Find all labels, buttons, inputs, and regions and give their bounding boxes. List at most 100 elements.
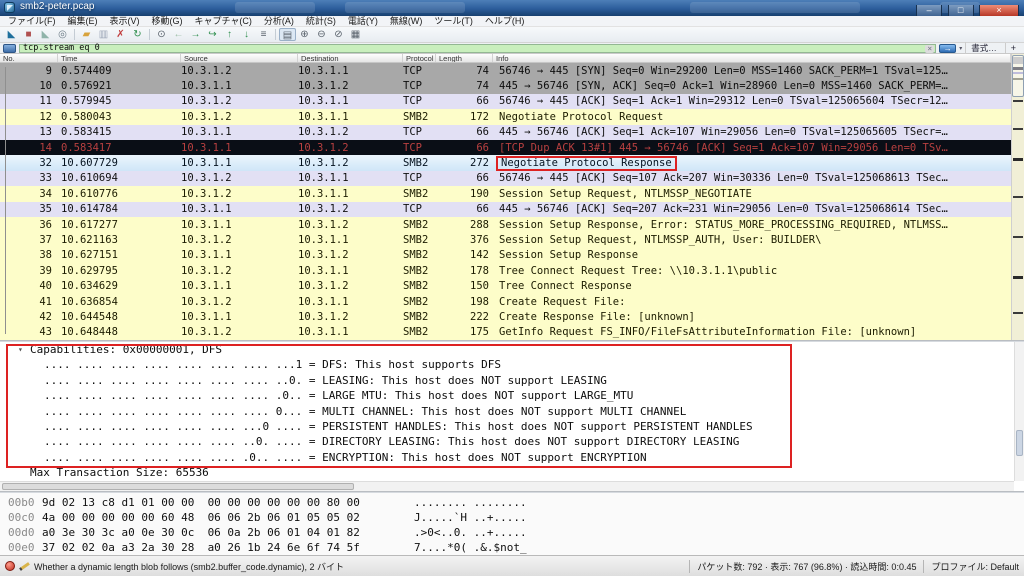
menu-file[interactable]: ファイル(F) [2,16,62,26]
restart-capture-icon[interactable]: ◣ [37,28,54,41]
go-first-icon[interactable]: ↑ [221,28,238,41]
main-toolbar: ◣ ■ ◣ ◎ ▰ ▥ ✗ ↻ ⊙ ← → ↪ ↑ ↓ ≡ ▤ ⊕ ⊖ ⊘ ▦ [0,27,1024,43]
column-header-source[interactable]: Source [181,54,298,62]
expression-button[interactable]: 書式… [965,42,1002,54]
scrollbar-map-stripe [1013,196,1023,198]
packet-row[interactable]: 40 10.634629 10.3.1.1 10.3.1.2 SMB2 150 Tree C… [0,278,1011,294]
details-hscrollbar-thumb[interactable] [2,483,354,490]
packet-row[interactable]: 9 0.574409 10.3.1.2 10.3.1.1 TCP 74 56746 → 44… [0,63,1011,79]
resize-columns-icon[interactable]: ▦ [347,28,364,41]
go-back-icon[interactable]: ← [170,28,187,41]
tree-item-capability-flag[interactable]: .... .... .... .... .... .... .... ..0. … [0,373,1024,388]
tree-item-max-transaction-size[interactable]: Max Transaction Size: 65536 [0,465,1024,480]
hex-row[interactable]: 00d0 a0 3e 30 3c a0 0e 30 0c 06 0a 2b 06 … [8,525,1024,540]
menu-edit[interactable]: 編集(E) [62,16,104,26]
close-file-icon[interactable]: ✗ [112,28,129,41]
tree-item-capability-flag[interactable]: .... .... .... .... .... .... ..0. .... … [0,434,1024,449]
zoom-in-icon[interactable]: ⊕ [296,28,313,41]
column-header-destination[interactable]: Destination [298,54,403,62]
tree-item-capability-flag[interactable]: .... .... .... .... .... .... .... ...1 … [0,357,1024,372]
details-vscrollbar[interactable] [1014,342,1024,481]
filter-bookmark-icon[interactable] [3,43,16,53]
packet-row[interactable]: 34 10.610776 10.3.1.2 10.3.1.1 SMB2 190 Sessio… [0,186,1011,202]
filter-input[interactable]: tcp.stream eq 0 × [19,43,937,53]
filter-dropdown-caret-icon[interactable]: ▾ [959,45,962,52]
zoom-out-icon[interactable]: ⊖ [313,28,330,41]
packet-row[interactable]: 33 10.610694 10.3.1.2 10.3.1.1 TCP 66 56746 → … [0,170,1011,187]
cell-dst: 10.3.1.1 [298,187,349,200]
packet-row[interactable]: 42 10.644548 10.3.1.1 10.3.1.2 SMB2 222 Create… [0,309,1011,325]
expert-info-icon[interactable] [5,561,15,571]
packet-row[interactable]: 32 10.607729 10.3.1.1 10.3.1.2 SMB2 272 Negoti… [0,155,1011,171]
tree-item-capability-flag[interactable]: .... .... .... .... .... .... .... .0.. … [0,388,1024,403]
hex-row[interactable]: 00c0 4a 00 00 00 00 00 60 48 06 06 2b 06 … [8,510,1024,525]
column-header-length[interactable]: Length [436,54,493,62]
cell-proto: TCP [403,64,422,77]
packet-row[interactable]: 43 10.648448 10.3.1.2 10.3.1.1 SMB2 175 GetInf… [0,324,1011,340]
menu-tools[interactable]: ツール(T) [428,16,479,26]
menu-analyze[interactable]: 分析(A) [258,16,300,26]
column-header-protocol[interactable]: Protocol [403,54,436,62]
packet-row[interactable]: 13 0.583415 10.3.1.1 10.3.1.2 TCP 66 445 → 567… [0,124,1011,140]
stop-capture-icon[interactable]: ■ [20,28,37,41]
menu-wireless[interactable]: 無線(W) [384,16,429,26]
hex-row[interactable]: 00b0 9d 02 13 c8 d1 01 00 00 00 00 00 00 … [8,495,1024,510]
expander-icon[interactable]: ▾ [18,342,23,357]
hex-row[interactable]: 00e0 37 02 02 0a a3 2a 30 28 a0 26 1b 24 … [8,540,1024,555]
save-file-icon[interactable]: ▥ [95,28,112,41]
column-header-time[interactable]: Time [58,54,181,62]
capture-comment-icon[interactable] [19,561,30,571]
packet-row[interactable]: 11 0.579945 10.3.1.2 10.3.1.1 TCP 66 56746 → 4… [0,93,1011,110]
column-header-no[interactable]: No. [0,54,58,62]
close-button[interactable]: × [979,5,1019,16]
start-capture-icon[interactable]: ◣ [3,28,20,41]
tree-item-capability-flag[interactable]: .... .... .... .... .... .... .0.. .... … [0,450,1024,465]
packet-row[interactable]: 35 10.614784 10.3.1.1 10.3.1.2 TCP 66 445 → 56… [0,201,1011,217]
cell-len: 66 [476,95,489,108]
profile-text[interactable]: プロファイル: Default [931,560,1019,573]
go-last-icon[interactable]: ↓ [238,28,255,41]
colorize-icon[interactable]: ▤ [279,28,296,41]
tree-item-capabilities[interactable]: ▾ Capabilities: 0x00000001, DFS [0,342,1024,357]
cell-info: Session Setup Response, Error: STATUS_MO… [499,218,948,231]
go-forward-icon[interactable]: → [187,28,204,41]
packet-row[interactable]: 14 0.583417 10.3.1.1 10.3.1.2 TCP 66 [TCP Dup … [0,139,1011,156]
add-filter-button[interactable]: + [1004,43,1021,53]
go-to-packet-icon[interactable]: ↪ [204,28,221,41]
tree-item-capability-flag[interactable]: .... .... .... .... .... .... .... 0... … [0,404,1024,419]
tree-item-capability-flag[interactable]: .... .... .... .... .... .... ...0 .... … [0,419,1024,434]
packet-row[interactable]: 12 0.580043 10.3.1.2 10.3.1.1 SMB2 172 Negotia… [0,109,1011,125]
zoom-100-icon[interactable]: ⊘ [330,28,347,41]
packet-row[interactable]: 10 0.576921 10.3.1.1 10.3.1.2 TCP 74 445 → 567… [0,78,1011,94]
menu-telephony[interactable]: 電話(Y) [342,16,384,26]
menu-view[interactable]: 表示(V) [104,16,146,26]
column-header-info[interactable]: Info [493,54,1011,62]
packet-row[interactable]: 38 10.627151 10.3.1.1 10.3.1.2 SMB2 142 Sessio… [0,247,1011,264]
cell-src: 10.3.1.2 [181,264,232,277]
wireshark-window: smb2-peter.pcap – □ × ファイル(F) 編集(E) 表示(V) 移… [0,0,1024,576]
packet-row[interactable]: 36 10.617277 10.3.1.1 10.3.1.2 SMB2 288 Sessio… [0,216,1011,233]
menu-statistics[interactable]: 統計(S) [300,16,342,26]
titlebar[interactable]: smb2-peter.pcap – □ × [0,0,1024,16]
auto-scroll-icon[interactable]: ≡ [255,28,272,41]
capture-options-icon[interactable]: ◎ [54,28,71,41]
hex-offset: 00b0 [8,496,35,509]
maximize-button[interactable]: □ [947,5,974,16]
packet-list-scrollbar-thumb[interactable] [1012,55,1024,97]
menu-capture[interactable]: キャプチャ(C) [189,16,258,26]
reload-file-icon[interactable]: ↻ [129,28,146,41]
filter-apply-button[interactable]: → [939,43,957,53]
packet-row[interactable]: 41 10.636854 10.3.1.2 10.3.1.1 SMB2 198 Create… [0,293,1011,310]
filter-clear-icon[interactable]: × [925,44,935,53]
open-file-icon[interactable]: ▰ [78,28,95,41]
menu-go[interactable]: 移動(G) [146,16,189,26]
packet-list-header[interactable]: No. Time Source Destination Protocol Length In… [0,54,1011,63]
packet-row[interactable]: 39 10.629795 10.3.1.2 10.3.1.1 SMB2 178 Tree C… [0,263,1011,279]
minimize-button[interactable]: – [916,5,943,16]
find-packet-icon[interactable]: ⊙ [153,28,170,41]
packet-row[interactable]: 37 10.621163 10.3.1.2 10.3.1.1 SMB2 376 Sessio… [0,232,1011,248]
details-hscrollbar[interactable] [0,481,1014,491]
details-vscrollbar-thumb[interactable] [1016,430,1023,456]
menu-help[interactable]: ヘルプ(H) [479,16,531,26]
packet-list-scrollbar[interactable] [1011,54,1024,340]
